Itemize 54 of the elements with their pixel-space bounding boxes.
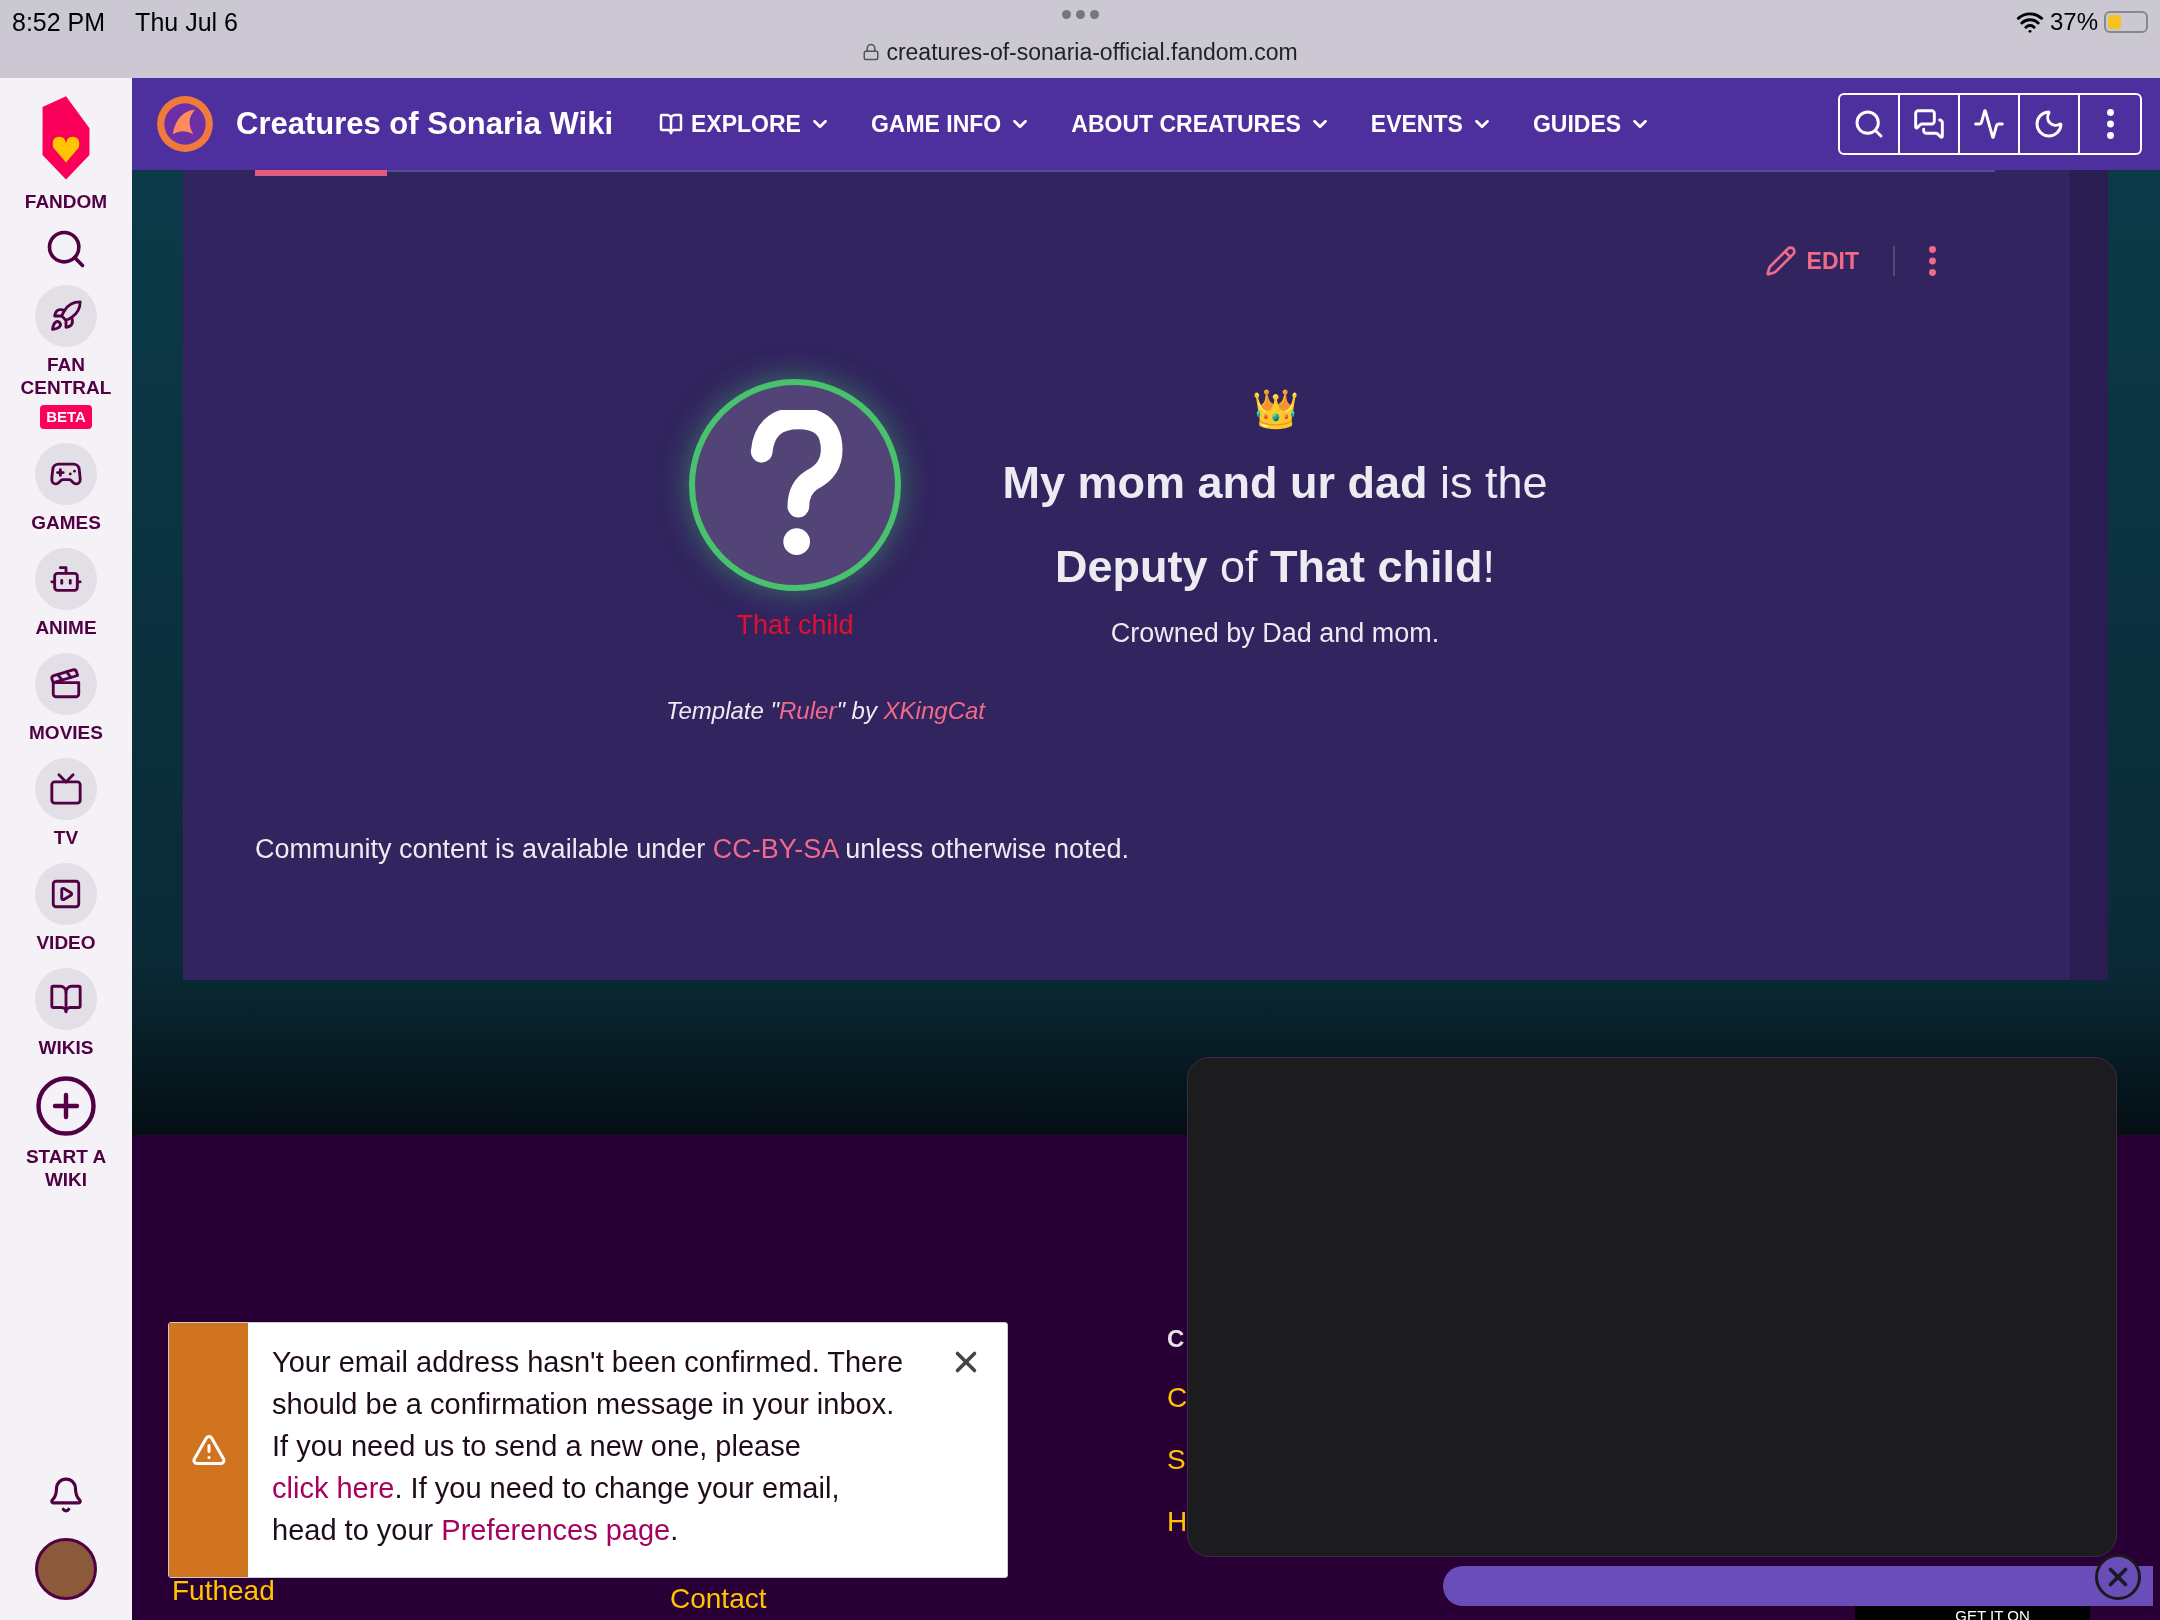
ruler-title-line: My mom and ur dad is the	[1002, 455, 1548, 510]
sidebar-label[interactable]: TV	[6, 825, 126, 849]
search-icon	[1853, 108, 1885, 140]
footer-link[interactable]: H	[1167, 1501, 1188, 1543]
time: 8:52 PM	[12, 7, 106, 38]
license-link[interactable]: CC-BY-SA	[712, 834, 838, 864]
crown-emoji: 👑	[1251, 386, 1299, 431]
author-link[interactable]: XKingCat	[883, 697, 985, 724]
nav-menu[interactable]: GAME INFO	[870, 106, 1032, 142]
chat-icon	[1913, 108, 1945, 140]
date: Thu Jul 6	[135, 7, 238, 38]
battery-icon	[2104, 11, 2148, 33]
preferences-link[interactable]: Preferences page	[441, 1514, 671, 1546]
more-icon[interactable]	[1929, 246, 1936, 277]
wiki-title[interactable]: Creatures of Sonaria Wiki	[236, 100, 613, 148]
footer-link[interactable]: C	[1167, 1377, 1188, 1419]
sidebar-label[interactable]: ANIME	[6, 615, 126, 639]
sidebar-label[interactable]: START A WIKI	[6, 1144, 126, 1191]
ruler-title-line: Deputy of That child!	[1054, 539, 1496, 594]
nav-menu[interactable]: EXPLORE	[659, 106, 831, 142]
fandom-label[interactable]: FANDOM	[24, 188, 108, 217]
sidebar-label[interactable]: MOVIES	[6, 720, 126, 744]
wiki-logo-icon[interactable]	[154, 93, 216, 155]
moon-icon	[2033, 108, 2065, 140]
template-link[interactable]: Ruler	[779, 697, 837, 724]
footer-link[interactable]: Contact	[670, 1578, 1167, 1620]
sidebar-label[interactable]: WIKIS	[6, 1035, 126, 1059]
license-text: Community content is available under CC-BY-SA unless otherwise noted.	[255, 833, 1130, 866]
nav-menu[interactable]: ABOUT CREATURES	[1071, 106, 1331, 142]
warning-icon	[190, 1432, 227, 1468]
ruler-subtitle: Crowned by Dad and mom.	[1110, 616, 1440, 650]
film-icon	[49, 666, 83, 701]
tv-icon	[49, 771, 83, 806]
nav-menu[interactable]: EVENTS	[1370, 106, 1493, 142]
pencil-icon	[1764, 245, 1797, 278]
beta-badge: BETA	[40, 404, 92, 429]
sidebar-label[interactable]: VIDEO	[6, 930, 126, 954]
url-text[interactable]: creatures-of-sonaria-official.fandom.com	[886, 35, 1298, 70]
battery-percent: 37%	[2049, 7, 2098, 37]
sidebar-label[interactable]: FAN CENTRAL	[6, 352, 126, 399]
lock-icon	[862, 43, 881, 62]
click-here-link[interactable]: click here	[272, 1472, 395, 1504]
footer-heading: C	[1167, 1324, 1186, 1354]
rocket-icon	[49, 298, 83, 333]
template-credit: Template "Ruler" by XKingCat	[666, 696, 987, 726]
pulse-icon	[1973, 108, 2005, 140]
dots-icon	[1061, 10, 1099, 19]
book-icon	[659, 112, 683, 136]
footer-link[interactable]: S	[1167, 1439, 1188, 1481]
edit-button[interactable]: EDIT	[1764, 244, 1859, 279]
notification-text: Your email address hasn't been confirmed. There should be a confirmation message in your inbox. If you need us to send a new one, please click here. If you need to change your email, head to your Preferences page.	[271, 1345, 905, 1548]
sidebar-label[interactable]: GAMES	[6, 510, 126, 534]
nav-menu[interactable]: GUIDES	[1532, 106, 1652, 142]
more-icon[interactable]	[2106, 109, 2114, 139]
